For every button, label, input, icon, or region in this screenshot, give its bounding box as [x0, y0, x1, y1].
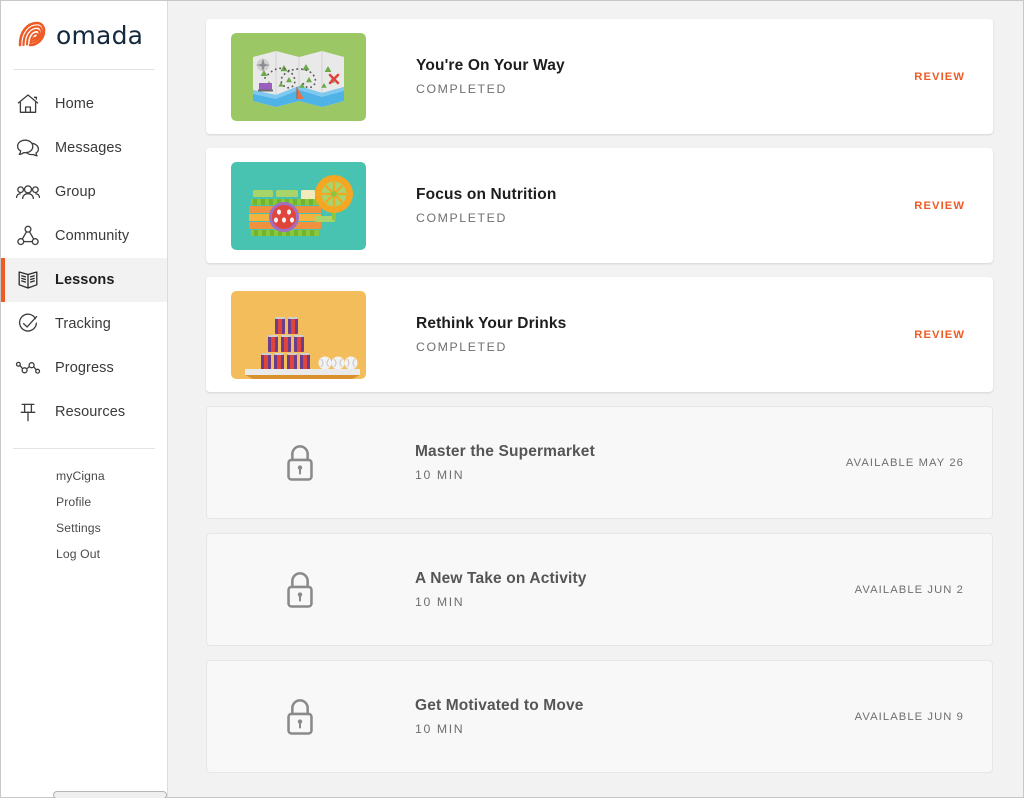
- lesson-card[interactable]: You're On Your Way COMPLETED REVIEW: [206, 19, 993, 134]
- sidebar-item-tracking[interactable]: Tracking: [1, 302, 167, 346]
- open-book-icon: [15, 267, 41, 293]
- lesson-text: Master the Supermarket 10 MIN: [367, 443, 846, 482]
- lesson-duration: 10 MIN: [415, 722, 465, 736]
- soda-can-pyramid-illustration: [231, 290, 366, 379]
- app-window: omada Home Messages Group Community Less…: [0, 0, 1024, 798]
- network-nodes-icon: [15, 223, 41, 249]
- review-button[interactable]: REVIEW: [914, 71, 993, 83]
- omada-fingerprint-icon: [15, 19, 47, 51]
- folded-map-illustration: [231, 32, 366, 121]
- brand-name: omada: [56, 20, 144, 50]
- sidebar-item-community[interactable]: Community: [1, 214, 167, 258]
- lesson-card-locked[interactable]: A New Take on Activity 10 MIN AVAILABLE …: [206, 533, 993, 646]
- lesson-card[interactable]: Focus on Nutrition COMPLETED REVIEW: [206, 148, 993, 263]
- padlock-icon: [232, 569, 367, 610]
- lesson-status: COMPLETED: [416, 211, 507, 225]
- lesson-status: COMPLETED: [416, 340, 507, 354]
- sidebar-item-resources[interactable]: Resources: [1, 390, 167, 434]
- sidebar-item-settings[interactable]: Settings: [1, 515, 167, 541]
- sidebar-item-label: Messages: [55, 140, 122, 156]
- sidebar-item-home[interactable]: Home: [1, 82, 167, 126]
- sidebar-item-label: Resources: [55, 404, 126, 420]
- review-button[interactable]: REVIEW: [914, 200, 993, 212]
- pushpin-icon: [15, 399, 41, 425]
- speech-bubbles-icon: [15, 135, 41, 161]
- lesson-duration: 10 MIN: [415, 468, 465, 482]
- lesson-title: Focus on Nutrition: [416, 186, 557, 203]
- lesson-title: Rethink Your Drinks: [416, 315, 567, 332]
- sidebar-item-progress[interactable]: Progress: [1, 346, 167, 390]
- brand-logo[interactable]: omada: [1, 1, 167, 69]
- padlock-icon: [232, 696, 367, 737]
- lesson-title: Master the Supermarket: [415, 443, 595, 460]
- sidebar-horizontal-scrollbar[interactable]: [53, 791, 167, 798]
- lesson-text: Get Motivated to Move 10 MIN: [367, 697, 855, 736]
- sidebar-item-logout[interactable]: Log Out: [1, 541, 167, 567]
- lesson-text: Focus on Nutrition COMPLETED: [366, 186, 914, 225]
- lessons-list: You're On Your Way COMPLETED REVIEW Focu…: [168, 1, 1023, 797]
- sidebar-item-mycigna[interactable]: myCigna: [1, 463, 167, 489]
- lesson-card-locked[interactable]: Master the Supermarket 10 MIN AVAILABLE …: [206, 406, 993, 519]
- availability-label: AVAILABLE JUN 2: [854, 583, 964, 596]
- lesson-text: A New Take on Activity 10 MIN: [367, 570, 855, 609]
- availability-label: AVAILABLE JUN 9: [854, 710, 964, 723]
- sidebar-item-label: Lessons: [55, 272, 115, 288]
- lesson-text: Rethink Your Drinks COMPLETED: [366, 315, 914, 354]
- lesson-title: You're On Your Way: [416, 57, 565, 74]
- sidebar-item-label: Progress: [55, 360, 114, 376]
- sidebar-item-label: Tracking: [55, 316, 111, 332]
- sidebar-item-label: Group: [55, 184, 96, 200]
- vegetables-citrus-illustration: [231, 161, 366, 250]
- sidebar-item-messages[interactable]: Messages: [1, 126, 167, 170]
- lesson-card[interactable]: Rethink Your Drinks COMPLETED REVIEW: [206, 277, 993, 392]
- line-chart-dots-icon: [15, 355, 41, 381]
- sidebar-item-label: Community: [55, 228, 130, 244]
- sidebar-item-label: Home: [55, 96, 95, 112]
- lesson-title: Get Motivated to Move: [415, 697, 584, 714]
- lesson-text: You're On Your Way COMPLETED: [366, 57, 914, 96]
- lesson-status: COMPLETED: [416, 82, 507, 96]
- circle-check-icon: [15, 311, 41, 337]
- review-button[interactable]: REVIEW: [914, 329, 993, 341]
- people-group-icon: [15, 179, 41, 205]
- availability-label: AVAILABLE MAY 26: [845, 456, 964, 469]
- sidebar-item-lessons[interactable]: Lessons: [1, 258, 167, 302]
- sidebar-item-group[interactable]: Group: [1, 170, 167, 214]
- secondary-nav: myCigna Profile Settings Log Out: [1, 449, 167, 567]
- lesson-title: A New Take on Activity: [415, 570, 587, 587]
- primary-nav: Home Messages Group Community Lessons Tr…: [1, 70, 167, 434]
- sidebar: omada Home Messages Group Community Less…: [1, 1, 168, 798]
- lesson-card-locked[interactable]: Get Motivated to Move 10 MIN AVAILABLE J…: [206, 660, 993, 773]
- lesson-duration: 10 MIN: [415, 595, 465, 609]
- house-icon: [15, 91, 41, 117]
- sidebar-item-profile[interactable]: Profile: [1, 489, 167, 515]
- padlock-icon: [232, 442, 367, 483]
